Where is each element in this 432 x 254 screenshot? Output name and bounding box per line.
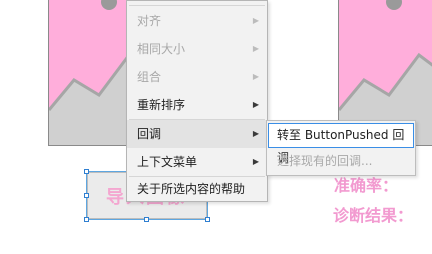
menu-item-label: 对齐 bbox=[137, 14, 162, 28]
menu-item-align[interactable]: 对齐 ▶ bbox=[127, 7, 267, 35]
submenu-item-select-existing-callback[interactable]: 选择现有的回调... bbox=[268, 149, 414, 174]
submenu-item-goto-callback[interactable]: 转至 ButtonPushed 回调 bbox=[268, 123, 414, 165]
resize-handle-bottom-left[interactable] bbox=[84, 217, 89, 222]
submenu-arrow-icon: ▶ bbox=[252, 157, 259, 166]
menu-item-group[interactable]: 组合 ▶ bbox=[127, 63, 267, 91]
resize-handle-bottom[interactable] bbox=[144, 217, 149, 222]
menu-item-label: 关于所选内容的帮助 bbox=[137, 182, 246, 196]
menu-separator bbox=[129, 5, 265, 6]
submenu-arrow-icon: ▶ bbox=[252, 100, 259, 109]
resize-handle-bottom-right[interactable] bbox=[205, 217, 210, 222]
menu-item-label: 回调 bbox=[137, 127, 162, 141]
resize-handle-top-left[interactable] bbox=[84, 169, 89, 174]
submenu-arrow-icon: ▶ bbox=[252, 129, 259, 138]
resize-handle-left[interactable] bbox=[84, 193, 89, 198]
callback-submenu: 转至 ButtonPushed 回调 选择现有的回调... bbox=[266, 120, 416, 176]
submenu-arrow-icon: ▶ bbox=[252, 44, 259, 53]
context-menu: 对齐 ▶ 相同大小 ▶ 组合 ▶ 重新排序 ▶ 回调 ▶ 上下文菜单 ▶ 关于所… bbox=[126, 0, 268, 202]
menu-item-label: 组合 bbox=[137, 70, 162, 84]
submenu-item-label: 选择现有的回调... bbox=[277, 154, 373, 168]
menu-item-reorder[interactable]: 重新排序 ▶ bbox=[127, 91, 267, 119]
menu-item-context-menu[interactable]: 上下文菜单 ▶ bbox=[127, 148, 267, 176]
diagnosis-result-label[interactable]: 诊断结果： bbox=[333, 202, 413, 226]
submenu-arrow-icon: ▶ bbox=[252, 16, 259, 25]
submenu-arrow-icon: ▶ bbox=[252, 72, 259, 81]
menu-item-label: 重新排序 bbox=[137, 98, 186, 112]
menu-item-help-on-selection[interactable]: 关于所选内容的帮助 bbox=[127, 175, 267, 203]
menu-item-label: 上下文菜单 bbox=[137, 155, 198, 169]
menu-item-callback[interactable]: 回调 ▶ bbox=[127, 120, 267, 148]
menu-item-same-size[interactable]: 相同大小 ▶ bbox=[127, 35, 267, 63]
menu-item-label: 相同大小 bbox=[137, 42, 186, 56]
